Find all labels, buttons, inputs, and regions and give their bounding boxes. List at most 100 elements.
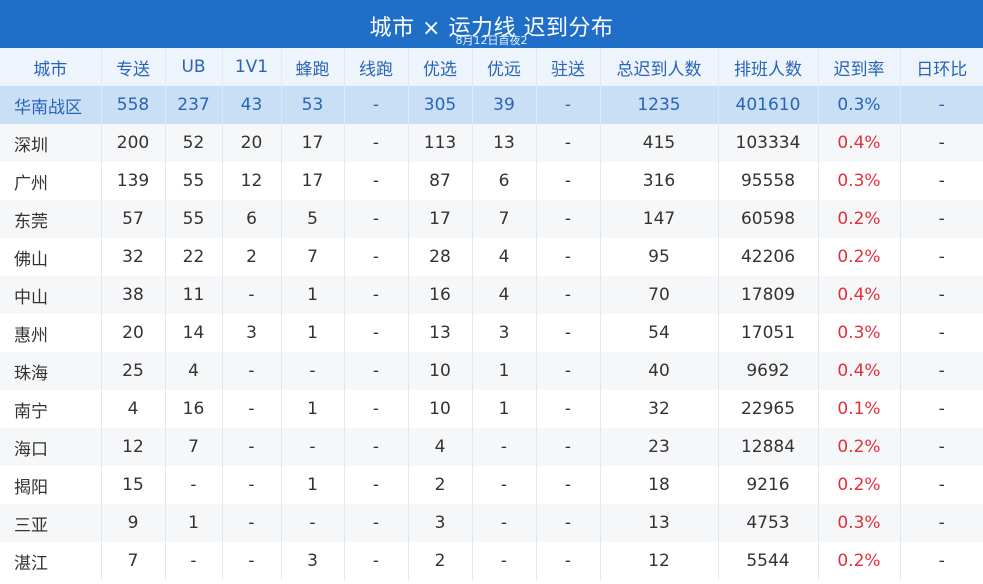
cell-day-over-day: -	[938, 361, 945, 381]
column-header-youxuan: 优选	[408, 48, 473, 86]
cell-ub: 16	[165, 390, 223, 428]
cell-total-late: 95	[600, 238, 719, 276]
cell-youyuan: 4	[472, 238, 537, 276]
late-distribution-table: 城市 专送 UB 1V1 蜂跑 线跑 优选 优远 驻送 总迟到人数 排班人数 迟到率 日环比 华南战区 5…	[0, 48, 983, 580]
cell-total-late: 23	[600, 428, 719, 466]
cell-youxuan: 10	[408, 390, 473, 428]
cell-youxuan: 87	[408, 162, 473, 200]
cell-fengpao: 1	[281, 314, 345, 352]
cell-scheduled: 9216	[718, 466, 819, 504]
cell-day-over-day: -	[938, 209, 945, 229]
cell-total-late: 70	[600, 276, 719, 314]
cell-1v1: -	[222, 352, 282, 390]
table-row: 珠海 25 4- - -10 1-40 9692 0.4% -	[0, 352, 983, 390]
cell-total-late: 147	[600, 200, 719, 238]
cell-youyuan: 3	[472, 314, 537, 352]
cell-youxuan: 16	[408, 276, 473, 314]
column-header-zhusong: 驻送	[536, 48, 601, 86]
column-header-zhuansong: 专送	[101, 48, 166, 86]
cell-1v1: -	[222, 466, 282, 504]
cell-city: 深圳	[0, 124, 102, 162]
cell-late-rate: 0.3%	[818, 162, 901, 200]
cell-zhusong: -	[536, 86, 601, 124]
cell-1v1: -	[222, 542, 282, 580]
late-distribution-report: 城市 × 运力线 迟到分布 8月12日首夜2 城市 专送 UB 1V1 蜂跑 线跑 优选 优远…	[0, 0, 983, 584]
cell-city: 湛江	[0, 542, 102, 580]
cell-ub: 7	[165, 428, 223, 466]
cell-fengpao: 53	[281, 86, 345, 124]
cell-day-over-day: -	[938, 513, 945, 533]
cell-1v1: 43	[222, 86, 282, 124]
cell-scheduled: 4753	[718, 504, 819, 542]
cell-1v1: 20	[222, 124, 282, 162]
column-header-ub: UB	[165, 48, 223, 86]
cell-ub: 22	[165, 238, 223, 276]
cell-ub: 52	[165, 124, 223, 162]
cell-zhuansong: 15	[101, 466, 166, 504]
cell-city: 广州	[0, 162, 102, 200]
cell-xianpao: -	[344, 428, 409, 466]
cell-late-rate: 0.1%	[818, 390, 901, 428]
table-row: 深圳 200 52 20 17-113 13-415 103334 0.4% -	[0, 124, 983, 162]
cell-late-rate: 0.3%	[818, 314, 901, 352]
cell-total-late: 18	[600, 466, 719, 504]
cell-zhusong: -	[536, 238, 601, 276]
cell-fengpao: 3	[281, 542, 345, 580]
cell-zhuansong: 25	[101, 352, 166, 390]
cell-1v1: 6	[222, 200, 282, 238]
cell-scheduled: 5544	[718, 542, 819, 580]
cell-zhusong: -	[536, 466, 601, 504]
column-header-scheduled: 排班人数	[718, 48, 819, 86]
cell-total-late: 12	[600, 542, 719, 580]
column-header-xianpao: 线跑	[344, 48, 409, 86]
cell-total-late: 1235	[600, 86, 719, 124]
column-header-day-over-day: 日环比	[916, 59, 968, 80]
cell-fengpao: 5	[281, 200, 345, 238]
cell-day-over-day: -	[938, 399, 945, 419]
cell-city: 华南战区	[0, 86, 102, 124]
cell-scheduled: 42206	[718, 238, 819, 276]
cell-youyuan: 4	[472, 276, 537, 314]
cell-youxuan: 4	[408, 428, 473, 466]
cell-youyuan: -	[472, 542, 537, 580]
cell-ub: 11	[165, 276, 223, 314]
cell-scheduled: 17809	[718, 276, 819, 314]
cell-city: 佛山	[0, 238, 102, 276]
cell-xianpao: -	[344, 504, 409, 542]
cell-late-rate: 0.2%	[818, 428, 901, 466]
cell-ub: 4	[165, 352, 223, 390]
cell-total-late: 316	[600, 162, 719, 200]
cell-ub: 237	[165, 86, 223, 124]
cell-ub: 55	[165, 200, 223, 238]
cell-day-over-day: -	[938, 133, 945, 153]
cell-youxuan: 28	[408, 238, 473, 276]
cell-scheduled: 9692	[718, 352, 819, 390]
cell-zhuansong: 57	[101, 200, 166, 238]
cell-xianpao: -	[344, 352, 409, 390]
cell-total-late: 40	[600, 352, 719, 390]
cell-late-rate: 0.3%	[818, 86, 901, 124]
cell-total-late: 32	[600, 390, 719, 428]
table-row: 湛江 7- -3-2- -12 5544 0.2% -	[0, 542, 983, 580]
cell-scheduled: 401610	[718, 86, 819, 124]
cell-xianpao: -	[344, 314, 409, 352]
table-body: 华南战区 558 237 43 53-305 39-1235 401610 0.3% - 深圳 20…	[0, 86, 983, 580]
cell-1v1: 2	[222, 238, 282, 276]
cell-youyuan: -	[472, 504, 537, 542]
cell-scheduled: 95558	[718, 162, 819, 200]
cell-zhusong: -	[536, 390, 601, 428]
cell-youxuan: 113	[408, 124, 473, 162]
cell-youyuan: 39	[472, 86, 537, 124]
table-row: 中山 38 11-1-16 4-70 17809 0.4% -	[0, 276, 983, 314]
cell-youxuan: 305	[408, 86, 473, 124]
column-header-youyuan: 优远	[472, 48, 537, 86]
cell-city: 珠海	[0, 352, 102, 390]
cell-late-rate: 0.4%	[818, 352, 901, 390]
cell-zhusong: -	[536, 314, 601, 352]
cell-scheduled: 103334	[718, 124, 819, 162]
cell-zhuansong: 200	[101, 124, 166, 162]
cell-zhuansong: 12	[101, 428, 166, 466]
table-row: 惠州 20 14 3 1-13 3-54 17051 0.3% -	[0, 314, 983, 352]
cell-total-late: 54	[600, 314, 719, 352]
cell-zhuansong: 4	[101, 390, 166, 428]
